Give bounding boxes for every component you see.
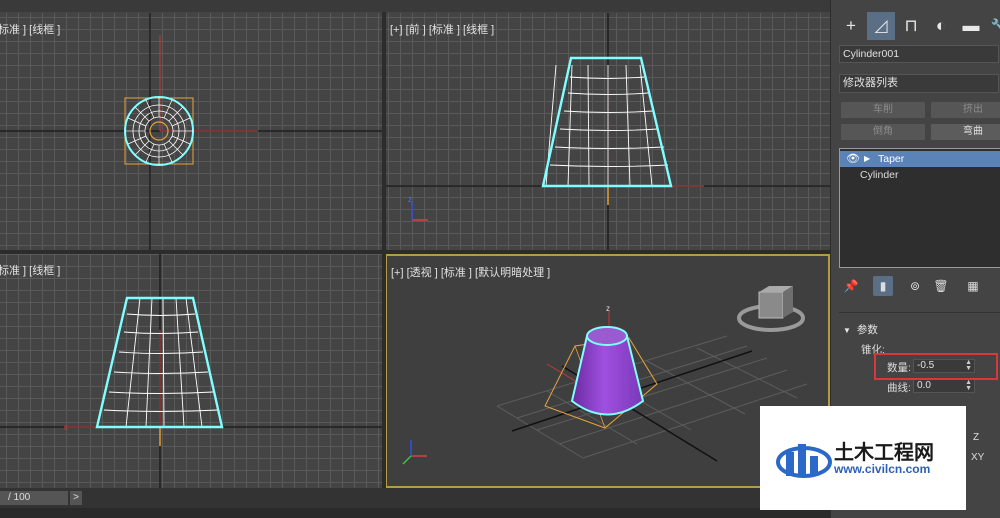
watermark: 土木工程网 www.civilcn.com: [760, 406, 966, 510]
watermark-logo-icon: [776, 444, 832, 478]
viewport-top[interactable]: 标准 ] [线框 ]: [0, 13, 382, 250]
modifier-stack[interactable]: 👁 ▶ Taper Cylinder: [839, 148, 1000, 268]
spinner-arrows-icon[interactable]: ▲ ▼: [965, 379, 972, 392]
show-end-result-icon[interactable]: ▮: [873, 276, 893, 296]
viewcube-icon[interactable]: [737, 286, 805, 332]
bend-button[interactable]: 弯曲: [931, 124, 1000, 140]
divider: [839, 312, 1000, 313]
modify-tab-icon[interactable]: ◿: [867, 12, 895, 40]
configure-sets-icon[interactable]: ▦: [963, 276, 983, 296]
params-rollout-header[interactable]: ▼ 参数: [843, 322, 878, 337]
stack-item-label: Cylinder: [860, 169, 899, 181]
command-panel-tabs: + ◿ ⊓ ◐ ▬ 🔧: [835, 12, 1000, 40]
watermark-url: www.civilcn.com: [834, 462, 931, 476]
rollout-title: 参数: [856, 324, 878, 336]
viewport-left[interactable]: 标准 ] [线框 ] x: [0, 254, 382, 488]
primary-axis-z[interactable]: Z: [973, 432, 979, 443]
pin-stack-icon[interactable]: 📌: [841, 276, 861, 296]
watermark-title: 土木工程网: [834, 442, 934, 464]
timeline-track[interactable]: [0, 508, 830, 518]
effect-axis-xy[interactable]: XY: [971, 452, 984, 463]
stack-item-cylinder[interactable]: Cylinder: [840, 167, 1000, 183]
stack-item-taper[interactable]: 👁 ▶ Taper: [840, 151, 1000, 167]
hierarchy-tab-icon[interactable]: ⊓: [897, 12, 925, 40]
left-view-canvas: x: [0, 254, 382, 488]
utilities-tab-icon[interactable]: 🔧: [985, 12, 1000, 40]
svg-text:z: z: [606, 304, 610, 313]
stack-item-label: Taper: [878, 153, 905, 165]
extrude-button[interactable]: 挤出: [931, 102, 1000, 118]
stack-toolbar: 📌 ▮ ⊚ 🗑 ▦: [839, 276, 1000, 298]
expand-arrow-icon[interactable]: ▶: [864, 151, 870, 167]
curve-value[interactable]: 0.0: [917, 380, 931, 391]
front-view-canvas: z: [386, 13, 830, 250]
lathe-button[interactable]: 车削: [841, 102, 925, 118]
viewport-splitter-horizontal[interactable]: [0, 250, 830, 254]
curve-spinner[interactable]: 0.0 ▲ ▼: [913, 379, 975, 393]
display-tab-icon[interactable]: ▬: [957, 12, 985, 40]
axis-gizmo: [402, 440, 427, 465]
next-frame-button[interactable]: >: [70, 491, 82, 505]
time-slider[interactable]: / 100 >: [0, 488, 830, 518]
make-unique-icon[interactable]: ⊚: [905, 276, 925, 296]
eye-icon[interactable]: 👁: [846, 151, 860, 167]
motion-tab-icon[interactable]: ◐: [927, 12, 955, 40]
collapse-arrow-icon: ▼: [843, 326, 851, 335]
svg-text:x: x: [64, 423, 68, 432]
svg-text:z: z: [408, 195, 412, 204]
modifier-list-dropdown[interactable]: 修改器列表: [839, 74, 999, 93]
remove-modifier-icon[interactable]: 🗑: [931, 276, 951, 296]
frame-counter[interactable]: / 100: [0, 491, 68, 505]
highlight-box: [874, 353, 998, 380]
chamfer-button[interactable]: 倒角: [841, 124, 925, 140]
top-view-canvas: [0, 13, 382, 250]
viewport-front[interactable]: [+] [前 ] [标准 ] [线框 ] z: [386, 13, 830, 250]
create-tab-icon[interactable]: +: [837, 12, 865, 40]
axis-gizmo: z: [408, 195, 428, 221]
curve-label: 曲线:: [887, 382, 911, 394]
object-name-field[interactable]: Cylinder001: [839, 45, 999, 63]
